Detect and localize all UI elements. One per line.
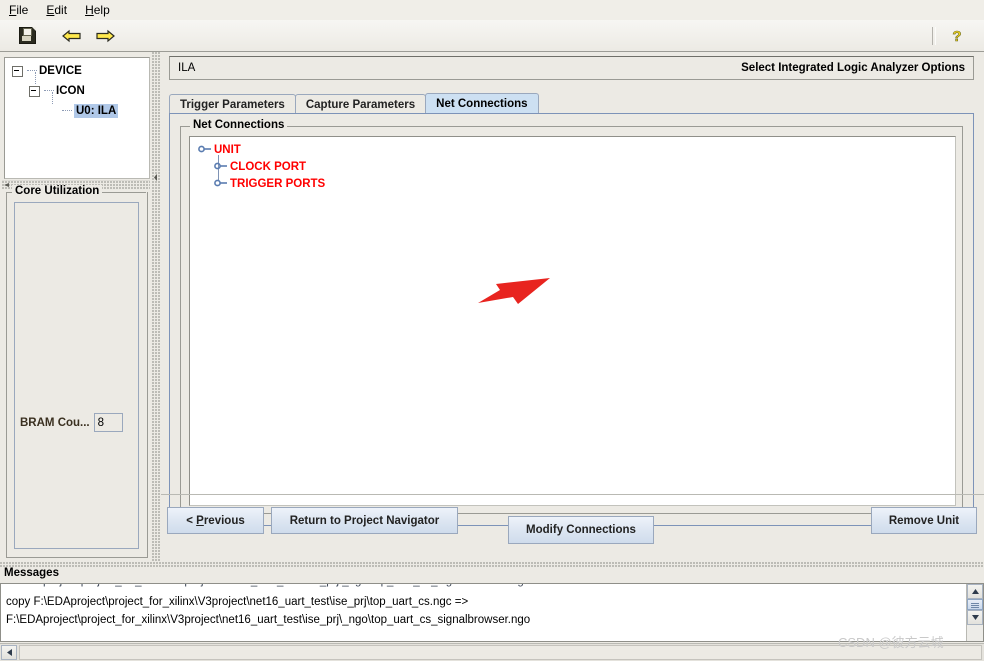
tab-strip: Trigger Parameters Capture Parameters Ne… (169, 93, 974, 114)
tree-dash (62, 110, 72, 112)
tree-item-label: DEVICE (39, 65, 82, 77)
return-to-project-navigator-button[interactable]: Return to Project Navigator (271, 507, 458, 534)
left-panel: DEVICE ICON U0: ILA Core Utilization BRA… (0, 52, 152, 562)
tab-capture-parameters[interactable]: Capture Parameters (294, 94, 427, 114)
tree-item-trigger-ports[interactable]: TRIGGER PORTS (214, 176, 325, 192)
menu-edit[interactable]: Edit (37, 1, 76, 19)
collapse-icon[interactable] (29, 85, 40, 97)
tree-item-unit[interactable]: UNIT (198, 142, 241, 158)
message-line: F:\EDAproject\project_for_xilinx\V3proje… (6, 614, 531, 626)
tree-item-device[interactable]: DEVICE (12, 63, 82, 79)
menu-help[interactable]: Help (76, 1, 119, 19)
tab-net-connections[interactable]: Net Connections (425, 93, 539, 114)
vertical-splitter[interactable] (152, 52, 161, 562)
core-utilization-table[interactable] (14, 202, 139, 549)
messages-panel: Messages F:\EDAproject\project_for_xilin… (0, 562, 984, 661)
messages-title: Messages (4, 567, 59, 579)
tree-item-label: CLOCK PORT (230, 161, 307, 173)
left-arrow-icon (61, 29, 81, 42)
bram-count-row: BRAM Cou... 8 (20, 413, 123, 432)
scrollbar-track[interactable] (19, 645, 982, 660)
toolbar: ? (0, 20, 984, 52)
svg-text:?: ? (952, 28, 961, 45)
menu-bar: File Edit Help (0, 0, 984, 21)
tree-dash (44, 90, 54, 92)
floppy-disk-icon (18, 27, 36, 44)
tree-item-clock-port[interactable]: CLOCK PORT (214, 159, 306, 175)
tab-trigger-parameters[interactable]: Trigger Parameters (169, 94, 296, 114)
scroll-left-button[interactable] (1, 645, 17, 660)
triangle-up-icon (971, 589, 979, 594)
tree-item-label: TRIGGER PORTS (230, 178, 326, 190)
ila-options-label: Select Integrated Logic Analyzer Options (741, 62, 965, 74)
messages-vertical-scrollbar[interactable] (966, 584, 983, 641)
tree-item-label: UNIT (214, 144, 241, 156)
bram-count-label: BRAM Cou... (20, 416, 90, 429)
messages-splitter[interactable] (0, 562, 984, 567)
message-line: F:\EDAproject\project_for_xilinx\V3proje… (6, 584, 530, 587)
forward-button[interactable] (88, 22, 122, 49)
collapse-icon[interactable] (12, 65, 23, 77)
ila-header-bar: ILA Select Integrated Logic Analyzer Opt… (169, 56, 974, 80)
messages-log[interactable]: F:\EDAproject\project_for_xilinx\V3proje… (0, 583, 984, 642)
bram-count-value[interactable]: 8 (93, 413, 123, 432)
messages-horizontal-scrollbar[interactable] (0, 643, 984, 661)
back-button[interactable] (54, 22, 88, 49)
red-arrow-annotation (478, 278, 550, 304)
ila-name-label: ILA (178, 62, 196, 74)
tree-item-label: ICON (56, 85, 85, 97)
main-panel: ILA Select Integrated Logic Analyzer Opt… (161, 52, 984, 562)
scroll-down-button[interactable] (967, 610, 983, 625)
tree-item-label: U0: ILA (74, 104, 119, 118)
wizard-button-bar: < Previous Return to Project Navigator R… (161, 494, 984, 547)
tree-item-icon[interactable]: ICON (29, 83, 85, 99)
message-line: copy F:\EDAproject\project_for_xilinx\V3… (6, 596, 469, 608)
right-arrow-icon (95, 29, 115, 42)
remove-unit-button[interactable]: Remove Unit (871, 507, 977, 534)
expand-handle-icon[interactable] (214, 178, 228, 190)
splitter-collapse-icon[interactable] (4, 183, 10, 187)
core-utilization-title: Core Utilization (12, 185, 103, 197)
net-connections-tree[interactable]: UNIT CLOCK PORT TRIGGER PORTS (189, 136, 956, 506)
triangle-left-icon (6, 649, 12, 656)
save-button[interactable] (10, 22, 44, 49)
toolbar-divider (932, 26, 936, 45)
triangle-down-icon (971, 615, 979, 620)
help-button[interactable]: ? (940, 22, 974, 49)
expand-handle-icon[interactable] (214, 161, 228, 173)
scroll-up-button[interactable] (967, 584, 983, 599)
tree-item-u0-ila[interactable]: U0: ILA (62, 103, 119, 119)
ila-core-inserter-window: File Edit Help ? DEVICE ICON U0: ILA Cor… (0, 0, 984, 661)
net-connections-group-title: Net Connections (190, 119, 288, 131)
tree-dash (27, 70, 37, 72)
menu-file[interactable]: File (0, 1, 37, 19)
splitter-collapse-icon[interactable] (154, 174, 158, 181)
previous-button[interactable]: < Previous (167, 507, 264, 534)
expand-handle-icon[interactable] (198, 144, 212, 156)
scrollbar-thumb[interactable] (967, 599, 983, 610)
net-connections-panel: Net Connections UNIT CLOCK PORT TRIGGER … (169, 114, 974, 544)
device-tree[interactable]: DEVICE ICON U0: ILA (4, 57, 150, 179)
question-mark-icon: ? (952, 27, 962, 45)
